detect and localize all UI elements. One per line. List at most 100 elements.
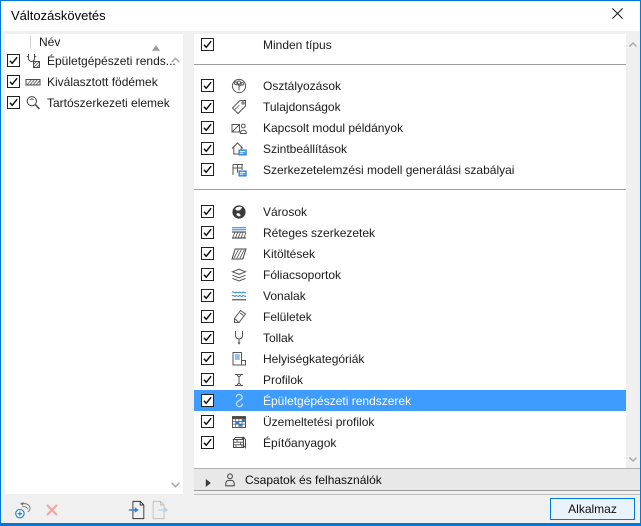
item-label: Helyiségkategóriák bbox=[263, 351, 365, 366]
checkbox[interactable] bbox=[201, 38, 214, 51]
checkbox[interactable] bbox=[201, 205, 214, 218]
checkbox[interactable] bbox=[201, 163, 214, 176]
checkbox[interactable] bbox=[7, 75, 20, 88]
story-settings-icon bbox=[231, 141, 247, 157]
left-list-item[interactable]: Tartószerkezeti elemek bbox=[5, 92, 183, 113]
pens-icon bbox=[231, 330, 247, 346]
checkbox[interactable] bbox=[201, 247, 214, 260]
item-label: Tulajdonságok bbox=[263, 99, 341, 114]
right-list-item[interactable]: Osztályozások bbox=[194, 75, 626, 96]
right-list-item[interactable]: Szintbeállítások bbox=[194, 138, 626, 159]
item-label: Épületgépészeti rendszerek bbox=[263, 393, 412, 408]
scrollbar[interactable] bbox=[626, 34, 640, 468]
close-button[interactable] bbox=[595, 1, 640, 30]
titlebar: Változáskövetés bbox=[1, 1, 640, 31]
expander-right-icon[interactable] bbox=[203, 475, 213, 487]
change-tracking-dialog: Változáskövetés Név Épületgépészeti rend… bbox=[0, 0, 641, 526]
operation-profiles-icon bbox=[231, 414, 247, 430]
new-change-button[interactable] bbox=[13, 499, 35, 521]
right-list-item[interactable]: Helyiségkategóriák bbox=[194, 348, 626, 369]
checkbox[interactable] bbox=[201, 373, 214, 386]
list-header: Név bbox=[5, 34, 183, 51]
right-list-item[interactable]: Üzemeltetési profilok bbox=[194, 411, 626, 432]
item-label: Épületgépészeti rends... bbox=[47, 53, 176, 68]
column-header-name[interactable]: Név bbox=[39, 35, 60, 49]
left-list-item[interactable]: Épületgépészeti rends... bbox=[5, 50, 183, 71]
mep-pipe-icon bbox=[231, 393, 247, 409]
hotlink-modules-icon bbox=[231, 120, 247, 136]
item-label: Felületek bbox=[263, 309, 312, 324]
right-list-item[interactable]: Kitöltések bbox=[194, 243, 626, 264]
checkbox[interactable] bbox=[201, 268, 214, 281]
structural-analysis-icon bbox=[231, 162, 247, 178]
checkbox[interactable] bbox=[201, 436, 214, 449]
close-icon bbox=[611, 7, 624, 25]
right-list-item[interactable]: Tulajdonságok bbox=[194, 96, 626, 117]
checkbox[interactable] bbox=[201, 121, 214, 134]
window-title: Változáskövetés bbox=[11, 8, 106, 23]
line-types-icon bbox=[231, 288, 247, 304]
right-list-item[interactable]: Felületek bbox=[194, 306, 626, 327]
right-list-item[interactable]: Városok bbox=[194, 201, 626, 222]
filter-types-panel: Minden típus Osztályozások Tulajdonságok Ka… bbox=[194, 34, 640, 468]
checkbox[interactable] bbox=[7, 54, 20, 67]
item-label: Kitöltések bbox=[263, 246, 316, 261]
layer-combinations-icon bbox=[231, 267, 247, 283]
checkbox[interactable] bbox=[201, 100, 214, 113]
item-label: Üzemeltetési profilok bbox=[263, 414, 375, 429]
checkbox[interactable] bbox=[201, 352, 214, 365]
selected-slabs-icon bbox=[25, 74, 41, 90]
import-button[interactable] bbox=[126, 499, 148, 521]
sort-ascending-icon[interactable] bbox=[151, 39, 161, 51]
right-list-item[interactable]: Vonalak bbox=[194, 285, 626, 306]
item-label: Vonalak bbox=[263, 288, 306, 303]
right-list-item[interactable]: Épületgépészeti rendszerek bbox=[194, 390, 626, 411]
right-list-item[interactable]: Fóliacsoportok bbox=[194, 264, 626, 285]
right-list-item[interactable]: Réteges szerkezetek bbox=[194, 222, 626, 243]
right-list-item[interactable]: Építőanyagok bbox=[194, 432, 626, 453]
scrollbar-down-button[interactable] bbox=[627, 452, 639, 464]
checkbox[interactable] bbox=[201, 310, 214, 323]
item-label: Fóliacsoportok bbox=[263, 267, 342, 282]
checkbox[interactable] bbox=[201, 394, 214, 407]
item-label: Profilok bbox=[263, 372, 304, 387]
checkbox[interactable] bbox=[7, 96, 20, 109]
item-label: Építőanyagok bbox=[263, 435, 337, 450]
right-list-item[interactable]: Tollak bbox=[194, 327, 626, 348]
item-label: Osztályozások bbox=[263, 78, 342, 93]
changes-list-panel: Név Épületgépészeti rends... Kiválasztott… bbox=[5, 34, 183, 494]
checkbox[interactable] bbox=[201, 331, 214, 344]
fills-icon bbox=[231, 246, 247, 262]
surfaces-icon bbox=[231, 309, 247, 325]
checkbox[interactable] bbox=[201, 142, 214, 155]
properties-icon bbox=[231, 99, 247, 115]
footer-divider bbox=[194, 494, 640, 495]
bottom-toolbar bbox=[5, 494, 183, 523]
group-separator bbox=[194, 64, 626, 65]
item-label: Kapcsolt modul példányok bbox=[263, 120, 404, 135]
column-divider bbox=[30, 36, 31, 48]
teams-section-header[interactable]: Csapatok és felhasználók bbox=[194, 468, 640, 491]
item-label: Tartószerkezeti elemek bbox=[47, 95, 170, 110]
checkbox[interactable] bbox=[201, 289, 214, 302]
right-list-item-all-types[interactable]: Minden típus bbox=[194, 34, 626, 55]
left-list-item[interactable]: Kiválasztott födémek bbox=[5, 71, 183, 92]
scrollbar-up-button[interactable] bbox=[627, 38, 639, 50]
checkbox[interactable] bbox=[201, 226, 214, 239]
building-materials-icon bbox=[231, 435, 247, 451]
right-list-item[interactable]: Szerkezetelemzési modell generálási szab… bbox=[194, 159, 626, 180]
delete-button[interactable] bbox=[41, 499, 63, 521]
profiles-icon bbox=[231, 372, 247, 388]
export-button[interactable] bbox=[149, 499, 171, 521]
checkbox[interactable] bbox=[201, 415, 214, 428]
right-list-item[interactable]: Kapcsolt modul példányok bbox=[194, 117, 626, 138]
checkbox[interactable] bbox=[201, 79, 214, 92]
structural-elements-icon bbox=[25, 95, 41, 111]
item-label: Városok bbox=[263, 204, 308, 219]
scrollbar-up-button[interactable] bbox=[169, 54, 182, 66]
item-label: Szerkezetelemzési modell generálási szab… bbox=[263, 162, 515, 177]
apply-button[interactable]: Alkalmaz bbox=[550, 498, 635, 520]
right-list-item[interactable]: Profilok bbox=[194, 369, 626, 390]
scrollbar-down-button[interactable] bbox=[169, 478, 182, 490]
zone-categories-icon bbox=[231, 351, 247, 367]
